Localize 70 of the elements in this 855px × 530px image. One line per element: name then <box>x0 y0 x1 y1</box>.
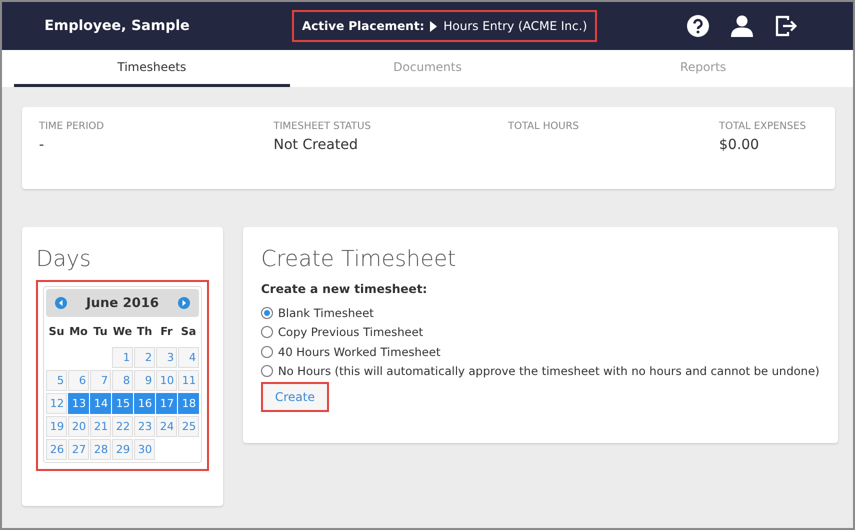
calendar-day[interactable]: 6 <box>68 370 89 391</box>
create-button[interactable]: Create <box>261 382 329 412</box>
calendar-day[interactable]: 28 <box>90 439 111 460</box>
option-label: 40 Hours Worked Timesheet <box>278 344 440 359</box>
calendar-day[interactable]: 2 <box>134 347 155 368</box>
summary-label: TOTAL EXPENSES <box>719 121 807 132</box>
summary-label: TIMESHEET STATUS <box>273 121 372 132</box>
summary-label: TIME PERIOD <box>39 121 105 132</box>
calendar-day[interactable]: 11 <box>178 370 199 391</box>
option-label: Blank Timesheet <box>278 306 374 320</box>
radio-button[interactable] <box>261 306 273 319</box>
form-prompt: Create a new timesheet: <box>261 282 428 296</box>
summary-label: TOTAL HOURS <box>508 121 580 132</box>
logout-icon[interactable] <box>775 15 797 37</box>
calendar-day[interactable]: 27 <box>68 439 89 460</box>
weekday-label: Th <box>136 324 154 340</box>
calendar-day[interactable]: 8 <box>112 370 133 391</box>
triangle-icon <box>430 20 438 32</box>
user-name: Employee, Sample <box>43 18 191 34</box>
calendar-day[interactable]: 23 <box>134 416 155 437</box>
calendar-day[interactable]: 3 <box>156 347 177 368</box>
calendar-day[interactable]: 5 <box>46 370 67 391</box>
weekday-label: Fr <box>159 324 174 340</box>
card-title: Create Timesheet <box>261 247 456 272</box>
calendar-day[interactable]: 18 <box>178 393 199 414</box>
radio-button[interactable] <box>261 346 273 358</box>
placement-value: Hours Entry (ACME Inc.) <box>443 19 588 33</box>
active-placement[interactable]: Active Placement: Hours Entry (ACME Inc.) <box>292 10 598 42</box>
next-icon[interactable] <box>178 297 190 309</box>
tab[interactable]: Documents <box>290 50 566 87</box>
calendar-day[interactable]: 15 <box>112 393 133 414</box>
calendar-day[interactable]: 9 <box>134 370 155 391</box>
calendar-day[interactable]: 29 <box>112 439 133 460</box>
calendar-day[interactable]: 26 <box>46 439 67 460</box>
previous-icon[interactable] <box>55 297 67 309</box>
calendar-day[interactable]: 16 <box>134 393 155 414</box>
calendar-day[interactable]: 1 <box>112 347 133 368</box>
weekday-label: Mo <box>68 324 89 340</box>
calendar-day[interactable]: 17 <box>156 393 177 414</box>
calendar-day[interactable]: 19 <box>46 416 67 437</box>
weekday-label: Sa <box>180 324 198 340</box>
help-icon[interactable] <box>687 15 709 37</box>
summary-value: $0.00 <box>719 137 760 153</box>
calendar-day[interactable]: 4 <box>178 347 199 368</box>
option-label: No Hours (this will automatically approve the timesheet with no hours and cannot be undone) <box>278 364 820 378</box>
calendar-day[interactable]: 13 <box>68 393 89 414</box>
calendar-day[interactable]: 20 <box>68 416 89 437</box>
calendar-day[interactable]: 12 <box>46 393 67 414</box>
calendar-day[interactable]: 10 <box>156 370 177 391</box>
calendar-day[interactable]: 14 <box>90 393 111 414</box>
calendar-day[interactable]: 25 <box>178 416 199 437</box>
calendar-day[interactable]: 24 <box>156 416 177 437</box>
summary-value: Not Created <box>273 137 359 153</box>
weekday-label: We <box>112 324 133 340</box>
user-icon[interactable] <box>731 15 753 37</box>
calendar-day[interactable]: 21 <box>90 416 111 437</box>
radio-button[interactable] <box>261 365 273 378</box>
card-title: Days <box>36 247 92 272</box>
summary-value: - <box>39 137 46 153</box>
placement-label: Active Placement: <box>302 19 424 33</box>
tab[interactable]: Timesheets <box>14 50 290 87</box>
month-title: June 2016 <box>86 296 159 310</box>
calendar-day[interactable]: 30 <box>134 439 155 460</box>
weekday-label: Su <box>48 324 66 340</box>
radio-button[interactable] <box>261 326 273 338</box>
tab[interactable]: Reports <box>565 50 842 87</box>
weekday-label: Tu <box>92 324 109 340</box>
option-label: Copy Previous Timesheet <box>278 325 424 340</box>
calendar-day[interactable]: 22 <box>112 416 133 437</box>
calendar-day[interactable]: 7 <box>90 370 111 391</box>
